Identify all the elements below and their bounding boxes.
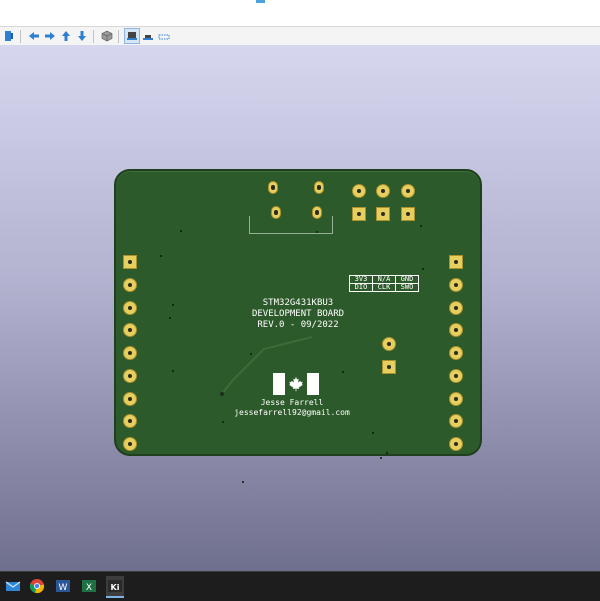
- swd-pad-dio: [352, 207, 366, 221]
- excel-icon-label: X: [86, 583, 92, 593]
- right-header-pad-1: [449, 255, 463, 269]
- via: [380, 457, 382, 459]
- via: [169, 317, 171, 319]
- swd-pad-3v3: [352, 184, 366, 198]
- kicad-icon[interactable]: Ki: [106, 576, 124, 598]
- 3d-viewport[interactable]: 3V3 N/A GND DIO CLK SWO STM32G431KBU3 DE…: [0, 45, 600, 571]
- author-name: Jesse Farrell: [260, 398, 324, 407]
- right-header-pad: [449, 369, 463, 383]
- mail-icon[interactable]: [4, 578, 22, 594]
- left-header-pad-1: [123, 255, 137, 269]
- toolbar-separator: [93, 29, 94, 43]
- left-header-pad: [123, 369, 137, 383]
- word-icon[interactable]: W: [54, 578, 72, 594]
- canada-flag-icon: [273, 373, 319, 395]
- via: [242, 481, 244, 483]
- usb-mount-pad: [314, 181, 324, 194]
- via: [372, 432, 374, 434]
- right-header-pad: [449, 346, 463, 360]
- right-header-pad: [449, 437, 463, 451]
- pin-label-dio: DIO: [349, 283, 373, 292]
- swd-pad-gnd: [401, 184, 415, 198]
- chrome-icon[interactable]: [28, 578, 46, 594]
- excel-icon[interactable]: X: [80, 578, 98, 594]
- pin-label-clk: CLK: [372, 283, 396, 292]
- 3d-box-icon[interactable]: [100, 29, 114, 43]
- usb-mount-pad: [268, 181, 278, 194]
- window-title-strip: [0, 0, 600, 26]
- usb-mount-pad: [312, 206, 322, 219]
- swd-pad-swo: [401, 207, 415, 221]
- via: [172, 370, 174, 372]
- pin-label-swo: SWO: [395, 283, 419, 292]
- via: [160, 255, 162, 257]
- via: [342, 371, 344, 373]
- via: [222, 421, 224, 423]
- right-header-pad: [449, 278, 463, 292]
- layers-flat-icon[interactable]: [141, 29, 155, 43]
- left-header-pad: [123, 346, 137, 360]
- via: [250, 353, 252, 355]
- word-icon-label: W: [59, 583, 68, 593]
- board-title-line-1: STM32G431KBU3: [262, 298, 334, 308]
- usb-mount-pad: [271, 206, 281, 219]
- os-taskbar: W X Ki: [0, 571, 600, 601]
- jumper-pad-1: [382, 360, 396, 374]
- layers-outline-icon[interactable]: [157, 29, 171, 43]
- title-accent: [256, 0, 265, 3]
- via: [420, 225, 422, 227]
- swd-pad-na: [376, 184, 390, 198]
- via: [180, 230, 182, 232]
- jumper-pad: [382, 337, 396, 351]
- via: [172, 304, 174, 306]
- layers-top-icon[interactable]: [124, 28, 140, 44]
- via: [386, 452, 388, 454]
- kicad-icon-label: Ki: [111, 583, 120, 592]
- arrow-down-icon[interactable]: [75, 29, 89, 43]
- via: [422, 268, 424, 270]
- arrow-left-icon[interactable]: [27, 29, 41, 43]
- arrow-up-icon[interactable]: [59, 29, 73, 43]
- via: [316, 231, 318, 233]
- pcb-board[interactable]: 3V3 N/A GND DIO CLK SWO STM32G431KBU3 DE…: [114, 169, 482, 483]
- arrow-right-icon[interactable]: [43, 29, 57, 43]
- swd-pin-label-table: 3V3 N/A GND DIO CLK SWO: [349, 275, 419, 292]
- left-header-pad: [123, 278, 137, 292]
- left-header-pad: [123, 437, 137, 451]
- toolbar-separator: [118, 29, 119, 43]
- author-email: jessefarrell92@gmail.com: [234, 408, 350, 417]
- board-icon[interactable]: [2, 29, 16, 43]
- swd-pad-clk: [376, 207, 390, 221]
- toolbar-separator: [20, 29, 21, 43]
- board-title-line-3: REV.0 - 09/2022: [257, 320, 339, 330]
- usb-connector-outline: [249, 216, 333, 234]
- view-toolbar: [0, 26, 600, 46]
